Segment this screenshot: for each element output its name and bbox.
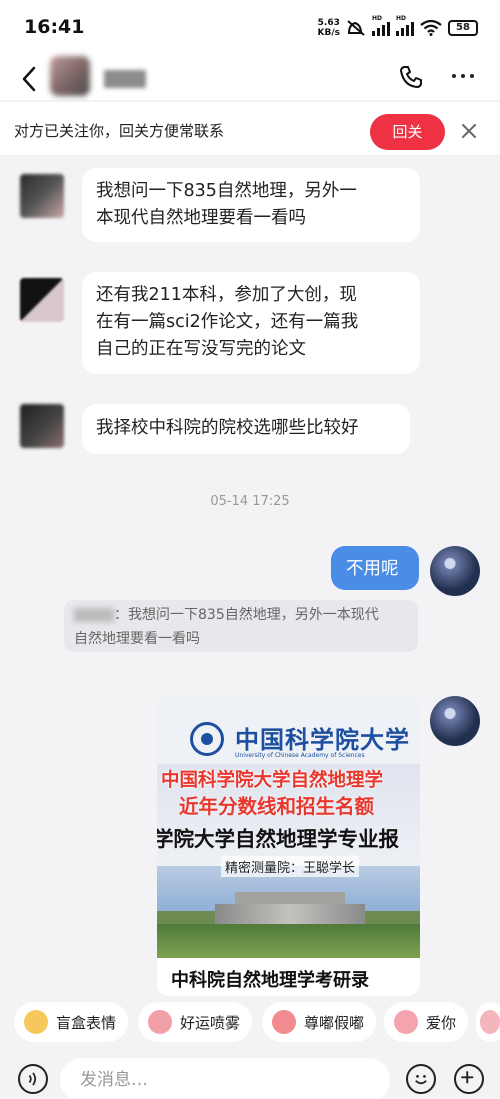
follow-banner-text: 对方已关注你，回关方便常联系 <box>14 122 225 140</box>
ucas-logo-text: 中国科学院大学 <box>235 725 410 754</box>
phone-icon[interactable] <box>398 64 424 90</box>
sender-avatar[interactable] <box>20 404 64 448</box>
wifi-icon <box>420 20 442 36</box>
network-speed: 5.63 KB/s <box>317 18 340 38</box>
mystery-box-icon <box>24 1010 48 1034</box>
quoted-message[interactable]: ：我想问一下835自然地理，另外一本现代 自然地理要看一看吗 <box>64 600 418 652</box>
emoji-chip-really[interactable]: 尊嘟假嘟 <box>262 1002 377 1042</box>
status-icons: 5.63 KB/s HD HD 58 <box>317 15 478 38</box>
signal-icon-1: HD <box>372 15 390 36</box>
emoji-chip-love-you[interactable]: 爱你 <box>384 1002 469 1042</box>
follow-banner: 对方已关注你，回关方便常联系 回关 <box>0 102 500 156</box>
pig-love-icon <box>394 1010 418 1034</box>
emoji-chip-more[interactable] <box>476 1002 500 1042</box>
emoji-chip-lucky-spray[interactable]: 好运喷雾 <box>138 1002 253 1042</box>
pig-spray-icon <box>148 1010 172 1034</box>
my-avatar[interactable] <box>430 696 480 746</box>
ucas-logo-icon <box>190 722 224 756</box>
close-icon[interactable] <box>460 122 478 140</box>
cover-report-title: 学院大学自然地理学专业报 <box>157 827 399 851</box>
quoted-sender-name <box>74 608 114 622</box>
article-cover-image: 中国科学院大学 University of Chinese Academy of… <box>157 696 420 958</box>
message-bubble[interactable]: 还有我211本科，参加了大创，现 在有一篇sci2作论文，还有一篇我 自己的正在… <box>82 272 420 374</box>
status-time: 16:41 <box>24 16 85 38</box>
chat-header <box>0 56 500 100</box>
cover-author: 精密测量院：王聪学长 <box>221 856 360 877</box>
ucas-logo-english: University of Chinese Academy of Science… <box>235 752 365 759</box>
sender-avatar[interactable] <box>20 174 64 218</box>
emoji-icon[interactable] <box>406 1064 436 1094</box>
my-message-bubble[interactable]: 不用呢 <box>331 546 419 590</box>
message-bubble[interactable]: 我择校中科院的院校选哪些比较好 <box>82 404 410 454</box>
message-bubble[interactable]: 我想问一下835自然地理，另外一 本现代自然地理要看一看吗 <box>82 168 420 242</box>
battery-icon: 58 <box>448 20 478 36</box>
mute-icon <box>347 20 365 36</box>
message-input-bar <box>0 1052 500 1099</box>
back-arrow-icon[interactable] <box>18 64 42 94</box>
message-input[interactable] <box>60 1058 390 1099</box>
sender-avatar[interactable] <box>20 278 64 322</box>
follow-back-button[interactable]: 回关 <box>370 114 445 150</box>
signal-icon-2: HD <box>396 15 414 36</box>
plus-icon[interactable] <box>454 1064 484 1094</box>
pig-face-icon <box>272 1010 296 1034</box>
message-timestamp: 05-14 17:25 <box>210 494 290 509</box>
my-avatar[interactable] <box>430 546 480 596</box>
campus-lawn <box>157 924 420 958</box>
voice-icon[interactable] <box>18 1064 48 1094</box>
pig-icon <box>480 1010 500 1034</box>
article-title: 中科院自然地理学考研录 <box>171 970 369 991</box>
contact-avatar[interactable] <box>50 56 90 96</box>
emoji-chip-mystery-box[interactable]: 盲盒表情 <box>14 1002 129 1042</box>
cover-subheadline: 近年分数线和招生名额 <box>179 795 375 818</box>
contact-name <box>104 70 146 88</box>
more-options-icon[interactable] <box>452 74 474 78</box>
cover-headline: 中国科学院大学自然地理学 <box>161 770 384 791</box>
emoji-suggestion-bar: 盲盒表情 好运喷雾 尊嘟假嘟 爱你 <box>0 996 500 1048</box>
status-bar: 16:41 5.63 KB/s HD HD 58 <box>0 0 500 56</box>
shared-article-card[interactable]: 中国科学院大学 University of Chinese Academy of… <box>157 696 420 996</box>
